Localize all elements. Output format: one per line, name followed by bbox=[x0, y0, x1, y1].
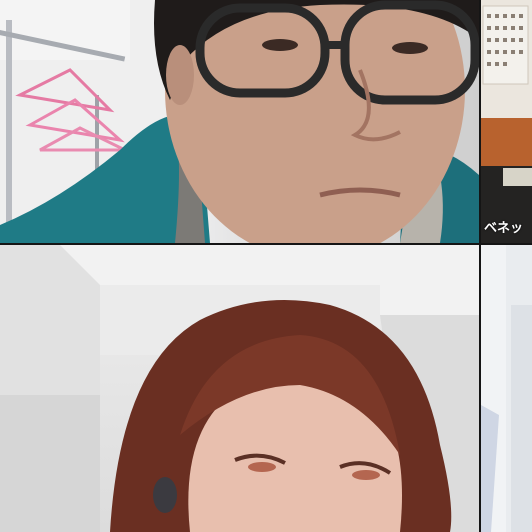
participant-video-frame bbox=[481, 0, 532, 243]
participant-video-tile[interactable] bbox=[481, 245, 532, 532]
participant-video-frame bbox=[481, 245, 532, 532]
participant-video-frame bbox=[0, 0, 479, 243]
participant-name-tag: ベネッ bbox=[484, 221, 524, 236]
tile-divider bbox=[479, 0, 481, 532]
tile-divider bbox=[0, 243, 532, 245]
participant-video-tile[interactable] bbox=[0, 245, 479, 532]
participant-video-tile[interactable] bbox=[0, 0, 479, 243]
participant-video-tile[interactable]: ベネッ bbox=[481, 0, 532, 243]
participant-video-frame bbox=[0, 245, 479, 532]
